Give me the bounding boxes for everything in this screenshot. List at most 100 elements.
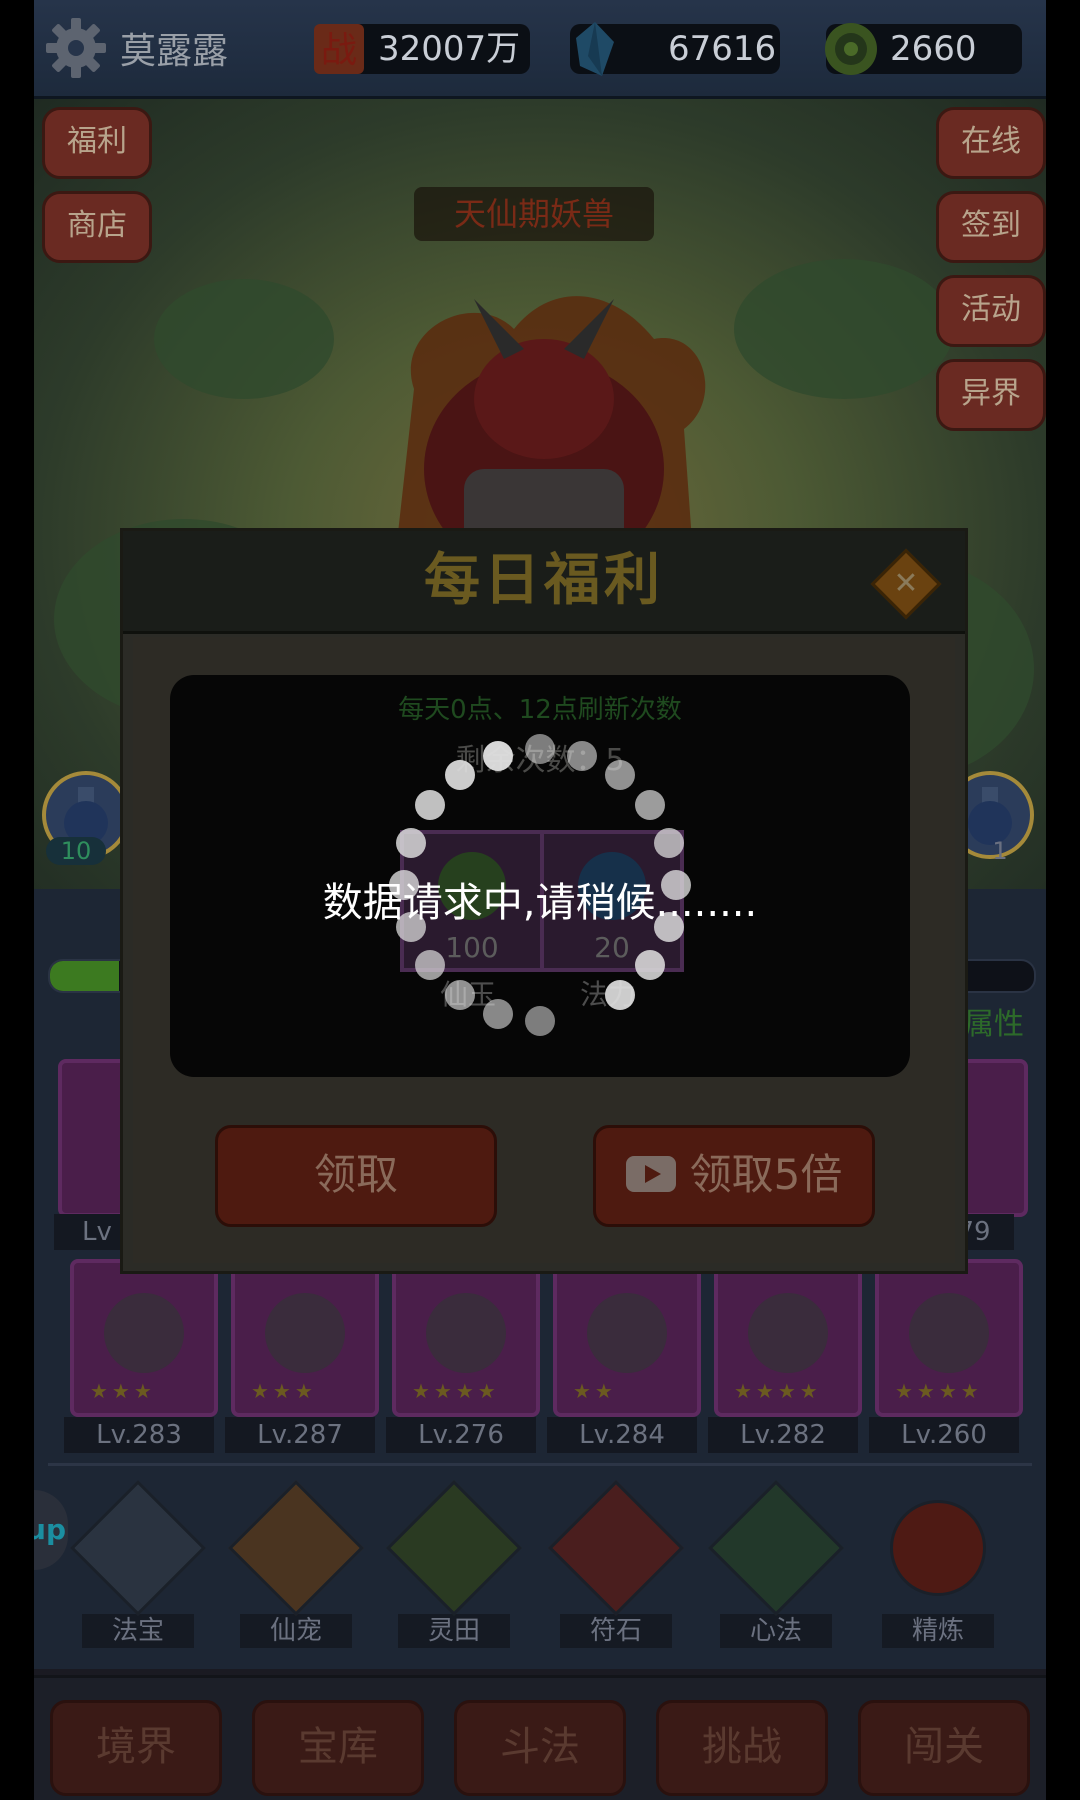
spinner-dot (567, 740, 598, 771)
menu-signin-button[interactable]: 签到 (936, 191, 1046, 263)
battle-power-icon: 战 (314, 24, 364, 74)
equipment-card-gauntlet[interactable]: ★★★★ (392, 1259, 540, 1417)
function-rune[interactable]: 符石 (546, 1480, 686, 1648)
left-potion-count: 10 (46, 837, 106, 865)
nav-challenge-button[interactable]: 挑战 (656, 1700, 828, 1796)
equipment-card-robe[interactable]: ★★ (553, 1259, 701, 1417)
equipment-level: Lv.284 (547, 1417, 697, 1453)
function-refine[interactable]: 精炼 (868, 1500, 1008, 1648)
divider (48, 1463, 1032, 1466)
menu-online-button[interactable]: 在线 (936, 107, 1046, 179)
claim-button[interactable]: 领取 (215, 1125, 497, 1227)
loading-message: 数据请求中,请稍候........ (322, 880, 758, 926)
jade-coin-value: 2660 (890, 29, 977, 69)
claim-5x-button[interactable]: 领取5倍 (593, 1125, 875, 1227)
equipment-card-wing[interactable]: ★★★ (70, 1259, 218, 1417)
spinner-dot (604, 980, 635, 1011)
menu-welfare-button[interactable]: 福利 (42, 107, 152, 179)
star-rating: ★★★★ (734, 1379, 822, 1403)
equipment-card-cloak[interactable]: ★★★★ (875, 1259, 1023, 1417)
battle-power-display: 战 32007万 (314, 24, 530, 74)
spinner-dot (604, 759, 635, 790)
star-rating: ★★★★ (895, 1379, 983, 1403)
boss-name-label: 天仙期妖兽 (414, 187, 654, 241)
spinner-dot (445, 980, 476, 1011)
spinner-dot (635, 949, 666, 980)
function-label: 心法 (720, 1614, 832, 1648)
equipment-level: Lv.282 (708, 1417, 858, 1453)
video-play-icon (625, 1155, 676, 1192)
battle-power-value: 32007万 (378, 29, 521, 69)
gear-icon[interactable] (44, 16, 108, 80)
equipment-level: Lv.260 (869, 1417, 1019, 1453)
nav-duel-button[interactable]: 斗法 (454, 1700, 626, 1796)
svg-text:战: 战 (321, 30, 357, 71)
pet-cat-icon (228, 1480, 364, 1616)
menu-otherworld-button[interactable]: 异界 (936, 359, 1046, 431)
refresh-note: 每天0点、12点刷新次数 (398, 695, 682, 725)
star-rating: ★★ (573, 1379, 617, 1403)
dialog-title: 每日福利 (424, 548, 664, 613)
scenery-bush (154, 279, 334, 399)
equipment-card-spirit[interactable]: ★★★★ (714, 1259, 862, 1417)
jade-coin-icon (825, 23, 877, 75)
menu-shop-button[interactable]: 商店 (42, 191, 152, 263)
equipment-level: Lv.283 (64, 1417, 214, 1453)
equipment-level: Lv.287 (225, 1417, 375, 1453)
field-plant-icon (386, 1480, 522, 1616)
top-bar: 莫露露 战 32007万 67616 2660 (34, 0, 1046, 99)
spinner-dot (414, 790, 445, 821)
function-label: 符石 (560, 1614, 672, 1648)
wing-icon (104, 1293, 184, 1373)
spinner-dot (525, 1006, 555, 1036)
robe-icon (587, 1293, 667, 1373)
scenery-bush (734, 259, 954, 399)
crystal-display: 67616 (570, 22, 780, 76)
star-rating: ★★★★ (412, 1379, 500, 1403)
nav-realm-button[interactable]: 境界 (50, 1700, 222, 1796)
function-treasure[interactable]: 法宝 (68, 1480, 208, 1648)
cloak-icon (909, 1293, 989, 1373)
treasure-icon (70, 1480, 206, 1616)
spirit-icon (748, 1293, 828, 1373)
rune-stone-icon (548, 1480, 684, 1616)
gauntlet-icon (426, 1293, 506, 1373)
crystal-value: 67616 (668, 29, 777, 69)
spinner-dot (482, 999, 513, 1030)
spinner-dot (482, 740, 513, 771)
loading-overlay: 每天0点、12点刷新次数 剩余次数：5 100 仙玉 20 法力 数据请求中,请… (170, 675, 910, 1077)
dialog-header: 每日福利 ✕ (123, 531, 965, 634)
lotus-icon (265, 1293, 345, 1373)
crystal-icon (576, 22, 614, 76)
function-scripture[interactable]: 心法 (706, 1480, 846, 1648)
nav-treasury-button[interactable]: 宝库 (252, 1700, 424, 1796)
player-name: 莫露露 (120, 31, 229, 72)
function-pet[interactable]: 仙宠 (226, 1480, 366, 1648)
left-potion[interactable]: 10 (42, 771, 130, 865)
function-label: 精炼 (882, 1614, 994, 1648)
function-label: 法宝 (82, 1614, 194, 1648)
spinner-dot (445, 759, 476, 790)
refine-scroll-icon (890, 1500, 986, 1596)
equipment-card-lotus[interactable]: ★★★ (231, 1259, 379, 1417)
close-icon: ✕ (893, 566, 919, 601)
scripture-icon (708, 1480, 844, 1616)
star-rating: ★★★ (90, 1379, 156, 1403)
right-potion-count: 1 (992, 837, 1008, 865)
spinner-dot (414, 949, 445, 980)
side-floating-tab[interactable]: up (34, 1490, 68, 1570)
bottom-navigation: 境界 宝库 斗法 挑战 闯关 (34, 1675, 1046, 1800)
star-rating: ★★★ (251, 1379, 317, 1403)
function-field[interactable]: 灵田 (384, 1480, 524, 1648)
spinner-dot (635, 790, 666, 821)
menu-activity-button[interactable]: 活动 (936, 275, 1046, 347)
experience-fill (50, 961, 119, 991)
attribute-tab[interactable]: 属性 (964, 999, 1024, 1043)
function-label: 仙宠 (240, 1614, 352, 1648)
function-label: 灵田 (398, 1614, 510, 1648)
spinner-dot (395, 827, 426, 858)
nav-stage-button[interactable]: 闯关 (858, 1700, 1030, 1796)
spinner-dot (525, 734, 555, 764)
equipment-level: Lv.276 (386, 1417, 536, 1453)
claim-5x-label: 领取5倍 (689, 1150, 843, 1199)
